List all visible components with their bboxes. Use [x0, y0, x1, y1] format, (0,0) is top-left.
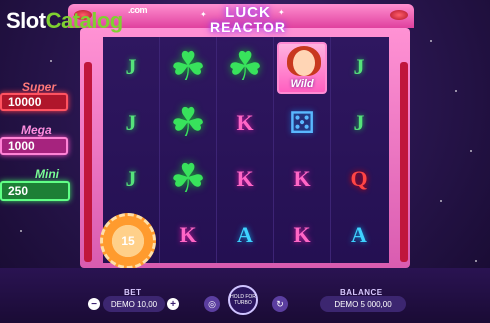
symbol-k: K [293, 222, 311, 247]
symbol-k: K [293, 166, 311, 191]
symbol-j: J [125, 166, 137, 191]
symbol-j: J [353, 110, 365, 135]
logo-line-1: LUCK [225, 4, 271, 21]
reel-3: ☘ K K A [217, 37, 274, 263]
star-icon: ✦ [278, 8, 285, 17]
clover-icon: ☘ [170, 101, 206, 145]
reel-4: Wild ⚄ K K [274, 37, 331, 263]
symbol-k: K [179, 222, 197, 247]
wild-symbol: Wild [274, 39, 330, 95]
reel-5: J J Q A [331, 37, 387, 263]
slotcatalog-watermark: SlotCatalog .com [6, 5, 148, 33]
cabinet-light [390, 10, 408, 20]
game-logo: LUCK REACTOR [208, 5, 288, 35]
symbol-a: A [351, 222, 367, 247]
symbol-a: A [237, 222, 253, 247]
jackpot-super-value: 10000 [0, 93, 68, 111]
jackpot-mega-label: Mega [21, 123, 52, 137]
jackpot-mini-value: 250 [0, 181, 70, 201]
spin-button[interactable]: HOLD FOR TURBO [228, 285, 258, 315]
clover-icon: ☘ [170, 157, 206, 201]
bonus-chip: 15 [100, 213, 156, 269]
bet-value: DEMO 10,00 [103, 296, 165, 312]
clover-icon: ☘ [170, 45, 206, 89]
clover-icon: ☘ [227, 45, 263, 89]
wild-label: Wild [290, 78, 314, 90]
logo-line-2: REACTOR [210, 19, 286, 35]
left-side-bar [84, 62, 92, 262]
coins-icon[interactable]: ◎ [204, 296, 220, 312]
reel-2: ☘ ☘ ☘ K [160, 37, 217, 263]
symbol-j: J [353, 54, 365, 79]
right-side-bar [400, 62, 408, 262]
refresh-icon[interactable]: ↻ [272, 296, 288, 312]
chip-value: 15 [121, 234, 135, 248]
jackpot-super-label: Super [22, 80, 57, 94]
hold-for-turbo-label: HOLD FOR TURBO [230, 294, 256, 306]
symbol-j: J [125, 110, 137, 135]
star-icon: ✦ [200, 10, 207, 19]
symbol-j: J [125, 54, 137, 79]
bet-increase-button[interactable]: + [167, 298, 179, 310]
symbol-q: Q [350, 166, 368, 191]
bet-decrease-button[interactable]: − [88, 298, 100, 310]
symbol-k: K [236, 110, 254, 135]
dice-icon: ⚄ [288, 106, 316, 140]
balance-value: DEMO 5 000,00 [320, 296, 406, 312]
jackpot-mini-label: Mini [35, 167, 59, 181]
symbol-k: K [236, 166, 254, 191]
jackpot-mega-value: 1000 [0, 137, 68, 155]
